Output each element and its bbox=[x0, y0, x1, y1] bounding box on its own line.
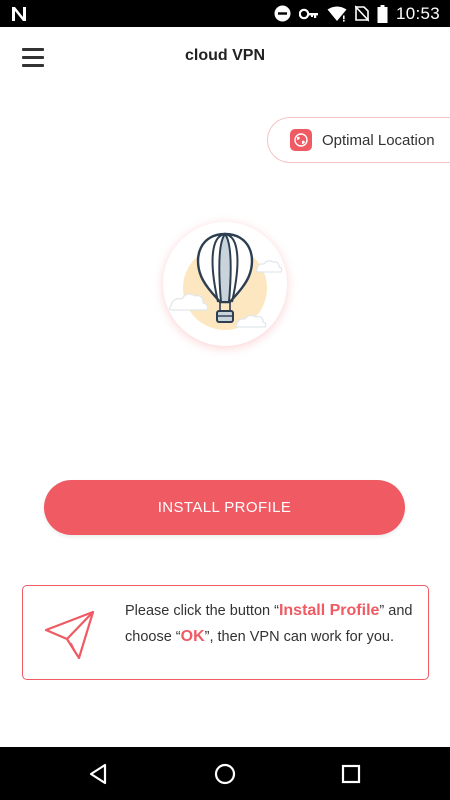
back-icon[interactable] bbox=[85, 761, 111, 787]
paper-plane-icon bbox=[44, 610, 95, 660]
status-icons: 10:53 bbox=[274, 0, 440, 27]
app-bar: cloud VPN bbox=[0, 27, 450, 87]
no-sim-icon bbox=[354, 5, 369, 22]
battery-icon bbox=[377, 4, 388, 23]
location-label: Optimal Location bbox=[322, 131, 435, 149]
clock: 10:53 bbox=[395, 3, 440, 23]
vpn-status-illustration bbox=[163, 222, 287, 346]
install-profile-button[interactable]: INSTALL PROFILE bbox=[44, 480, 405, 535]
location-selector[interactable]: Optimal Location bbox=[267, 117, 450, 163]
hot-air-balloon-icon bbox=[168, 232, 283, 330]
recents-icon[interactable] bbox=[338, 761, 364, 787]
hint-text-part: ”, then VPN can work for you. bbox=[204, 629, 395, 645]
app-title: cloud VPN bbox=[184, 47, 265, 64]
status-bar: 10:53 bbox=[0, 0, 450, 27]
system-nav-bar bbox=[0, 747, 450, 800]
hint-box: Please click the button “Install Profile… bbox=[22, 585, 429, 680]
home-icon[interactable] bbox=[212, 761, 238, 787]
n-logo-icon bbox=[12, 7, 26, 21]
dnd-icon bbox=[274, 5, 291, 22]
hint-highlight-install-profile: Install Profile bbox=[278, 602, 380, 619]
wifi-icon bbox=[327, 6, 347, 22]
globe-icon bbox=[290, 129, 312, 151]
key-icon bbox=[298, 8, 318, 19]
hint-highlight-ok: OK bbox=[180, 628, 205, 645]
hint-text-part: Please click the button “ bbox=[125, 603, 279, 619]
hint-text: Please click the button “Install Profile… bbox=[125, 598, 425, 650]
